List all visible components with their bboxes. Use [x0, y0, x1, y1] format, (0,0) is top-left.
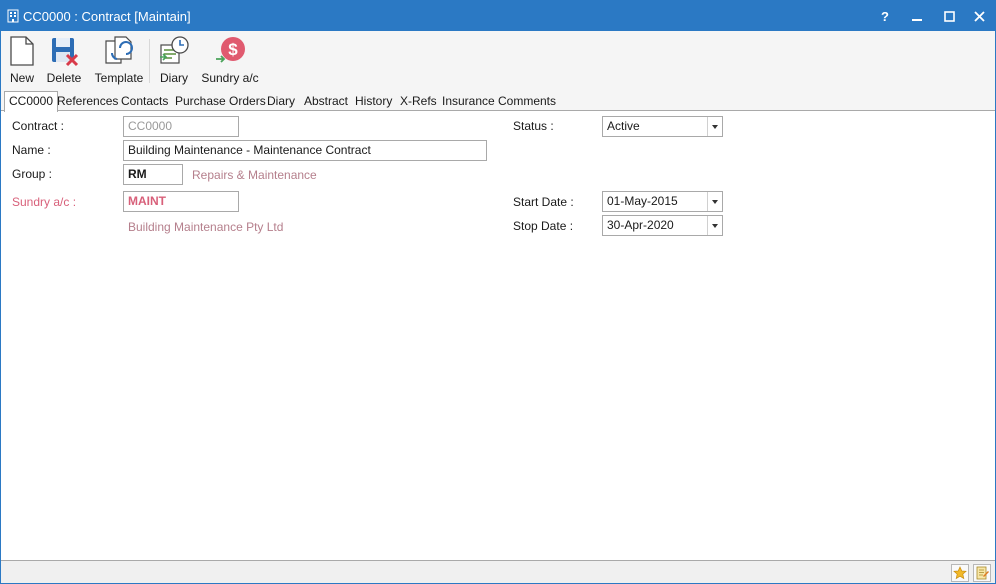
new-document-icon — [10, 36, 34, 66]
diary-label: Diary — [159, 71, 188, 85]
tab-diary[interactable]: Diary — [265, 93, 297, 111]
minimize-button[interactable] — [901, 1, 933, 31]
sundry-field[interactable]: MAINT — [123, 191, 239, 212]
sundry-ac-label: Sundry a/c — [201, 71, 259, 85]
delete-label: Delete — [46, 71, 82, 85]
stop-date-value: 30-Apr-2020 — [607, 218, 674, 232]
sundry-ac-button[interactable]: $ Sundry a/c — [199, 35, 261, 89]
favorite-button[interactable] — [951, 564, 969, 582]
status-bar — [1, 560, 995, 583]
status-select[interactable]: Active — [602, 116, 723, 137]
template-icon — [105, 36, 133, 64]
start-date-label: Start Date : — [513, 195, 574, 209]
sundry-description: Building Maintenance Pty Ltd — [128, 220, 284, 234]
chevron-down-icon[interactable] — [707, 117, 722, 136]
contract-field[interactable]: CC0000 — [123, 116, 239, 137]
start-date-value: 01-May-2015 — [607, 194, 678, 208]
delete-save-icon — [52, 38, 79, 67]
group-field[interactable]: RM — [123, 164, 183, 185]
maximize-button[interactable] — [933, 1, 965, 31]
toolbar: New Delete Template Diary $ Sundry a/c — [1, 31, 995, 91]
notes-icon — [976, 566, 989, 580]
status-label: Status : — [513, 119, 554, 133]
tab-cc0000[interactable]: CC0000 — [4, 91, 59, 112]
new-label: New — [9, 71, 34, 85]
help-label: ? — [881, 8, 889, 24]
new-button[interactable]: New — [6, 35, 38, 89]
close-button[interactable] — [963, 1, 995, 31]
tab-abstract[interactable]: Abstract — [302, 93, 350, 111]
sundry-dollar-icon: $ — [216, 37, 245, 63]
diary-icon — [160, 36, 189, 64]
close-icon — [973, 10, 985, 22]
window-title: CC0000 : Contract [Maintain] — [23, 9, 191, 24]
stop-date-picker[interactable]: 30-Apr-2020 — [602, 215, 723, 236]
tab-strip: CC0000 References Contacts Purchase Orde… — [1, 91, 995, 112]
building-icon — [7, 9, 19, 23]
diary-button[interactable]: Diary — [158, 35, 190, 89]
name-label: Name : — [12, 143, 51, 157]
template-button[interactable]: Template — [93, 35, 145, 89]
help-button[interactable]: ? — [869, 1, 901, 31]
tab-x-refs[interactable]: X-Refs — [398, 93, 439, 111]
start-date-picker[interactable]: 01-May-2015 — [602, 191, 723, 212]
maximize-icon — [943, 10, 955, 22]
stop-date-label: Stop Date : — [513, 219, 574, 233]
tab-insurance[interactable]: Insurance — [440, 93, 497, 111]
tab-history[interactable]: History — [353, 93, 394, 111]
notes-button[interactable] — [973, 564, 991, 582]
chevron-down-icon[interactable] — [707, 192, 722, 211]
contract-label: Contract : — [12, 119, 65, 133]
template-label: Template — [94, 71, 144, 85]
minimize-icon — [912, 19, 922, 21]
contract-window: CC0000 : Contract [Maintain] ? New Delet… — [0, 0, 996, 584]
tab-comments[interactable]: Comments — [496, 93, 558, 111]
tab-purchase-orders[interactable]: Purchase Orders — [173, 93, 268, 111]
tab-contacts[interactable]: Contacts — [119, 93, 170, 111]
chevron-down-icon[interactable] — [707, 216, 722, 235]
delete-button[interactable]: Delete — [45, 35, 83, 89]
toolbar-separator — [149, 39, 150, 83]
name-field[interactable]: Building Maintenance - Maintenance Contr… — [123, 140, 487, 161]
tab-references[interactable]: References — [55, 93, 120, 111]
sundry-label: Sundry a/c : — [12, 195, 77, 209]
group-label: Group : — [12, 167, 53, 181]
status-value: Active — [607, 119, 640, 133]
favorite-star-icon — [953, 566, 967, 580]
title-bar: CC0000 : Contract [Maintain] ? — [1, 1, 995, 31]
svg-text:$: $ — [228, 40, 238, 59]
group-description: Repairs & Maintenance — [192, 168, 317, 182]
